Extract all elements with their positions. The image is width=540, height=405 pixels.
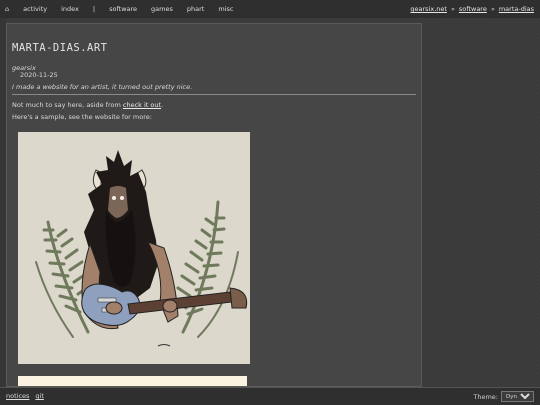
nav-games[interactable]: games <box>151 5 173 13</box>
footer-links: notices git <box>6 392 50 400</box>
intro-text-end: . <box>161 101 164 109</box>
sample-paragraph: Here's a sample, see the website for mor… <box>12 113 152 121</box>
nav-separator: | <box>92 5 96 13</box>
main-nav: ⌂ activity index | software games phart … <box>0 0 247 18</box>
main-content-panel: MARTA-DIAS.ART gearsix 2020-11-25 I made… <box>6 23 422 387</box>
nav-software[interactable]: software <box>109 5 137 13</box>
intro-text: Not much to say here, aside from <box>12 101 123 109</box>
check-it-out-link[interactable]: check it out <box>123 101 161 109</box>
footer-bar: notices git Theme: Dyno <box>0 387 540 405</box>
top-navigation-bar: ⌂ activity index | software games phart … <box>0 0 540 18</box>
home-icon[interactable]: ⌂ <box>5 5 9 13</box>
artwork-image <box>18 132 250 364</box>
nav-phart[interactable]: phart <box>187 5 204 13</box>
artwork-illustration <box>18 132 250 364</box>
theme-label: Theme: <box>473 392 498 401</box>
post-date: 2020-11-25 <box>20 71 58 79</box>
divider <box>12 94 416 95</box>
breadcrumb-separator: » <box>490 5 495 13</box>
breadcrumb-software[interactable]: software <box>459 5 487 13</box>
breadcrumb: gearsix.net» software» marta-dias <box>410 5 534 13</box>
page-title: MARTA-DIAS.ART <box>12 42 108 54</box>
theme-select[interactable]: Dyno <box>501 391 534 402</box>
right-sidebar <box>423 18 540 387</box>
notices-link[interactable]: notices <box>6 392 29 400</box>
nav-misc[interactable]: misc <box>218 5 233 13</box>
breadcrumb-marta-dias[interactable]: marta-dias <box>499 5 534 13</box>
second-artwork-preview <box>18 376 247 386</box>
nav-index[interactable]: index <box>61 5 79 13</box>
breadcrumb-gearsix[interactable]: gearsix.net <box>410 5 447 13</box>
post-tagline: I made a website for an artist, it turne… <box>12 83 193 91</box>
git-link[interactable]: git <box>35 392 43 400</box>
breadcrumb-separator: » <box>450 5 455 13</box>
theme-switcher: Theme: Dyno <box>473 391 534 402</box>
nav-activity[interactable]: activity <box>23 5 47 13</box>
intro-paragraph: Not much to say here, aside from check i… <box>12 101 163 109</box>
